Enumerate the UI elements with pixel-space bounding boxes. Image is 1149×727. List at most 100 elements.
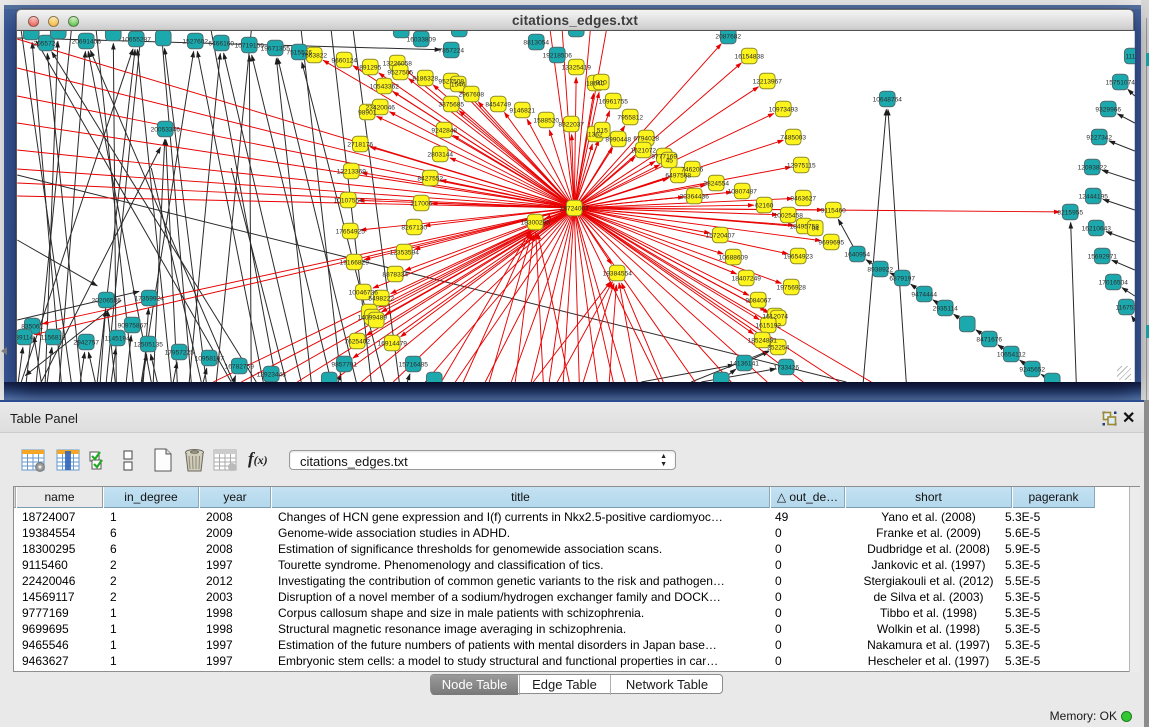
- svg-text:8454749: 8454749: [485, 102, 511, 109]
- svg-text:10543362: 10543362: [370, 84, 400, 91]
- svg-text:16961755: 16961755: [599, 99, 629, 106]
- svg-text:1112: 1112: [1125, 54, 1135, 61]
- svg-text:18300295: 18300295: [521, 220, 551, 227]
- svg-text:9699695: 9699695: [818, 240, 844, 247]
- svg-text:15720407: 15720407: [706, 233, 736, 240]
- svg-text:13226058: 13226058: [383, 61, 413, 68]
- svg-text:10025458: 10025458: [774, 213, 804, 220]
- svg-text:2935114: 2935114: [933, 306, 959, 313]
- svg-text:8938922: 8938922: [867, 267, 893, 274]
- svg-text:20691406: 20691406: [72, 39, 102, 46]
- svg-text:10688609: 10688609: [719, 255, 749, 262]
- svg-text:9227342: 9227342: [1086, 135, 1112, 142]
- svg-text:6466160: 6466160: [208, 41, 234, 48]
- svg-text:10973493: 10973493: [769, 107, 799, 114]
- svg-text:9084067: 9084067: [745, 298, 771, 305]
- svg-text:7663822: 7663822: [301, 53, 327, 60]
- svg-text:9777169: 9777169: [651, 154, 677, 161]
- svg-text:10107554: 10107554: [334, 198, 364, 205]
- svg-text:7857224: 7857224: [438, 48, 464, 55]
- svg-text:1145194: 1145194: [105, 336, 131, 343]
- svg-text:20053346: 20053346: [151, 127, 181, 134]
- svg-text:19166829: 19166829: [340, 260, 370, 267]
- svg-text:1615192: 1615192: [755, 323, 781, 330]
- svg-text:9245652: 9245652: [1019, 367, 1045, 374]
- svg-text:19654923: 19654923: [784, 254, 814, 261]
- svg-text:12213967: 12213967: [753, 79, 783, 86]
- svg-text:16210643: 16210643: [1082, 226, 1112, 233]
- svg-text:6794028: 6794028: [633, 136, 659, 143]
- svg-text:16782759: 16782759: [225, 364, 255, 371]
- svg-text:2967608: 2967608: [458, 92, 484, 99]
- svg-text:12923448: 12923448: [257, 372, 287, 379]
- svg-text:10648764: 10648764: [873, 97, 903, 104]
- svg-text:8990448: 8990448: [605, 137, 631, 144]
- svg-text:217006: 217006: [410, 201, 432, 208]
- svg-text:8186328: 8186328: [412, 76, 438, 83]
- svg-text:7625402: 7625402: [344, 339, 370, 346]
- svg-text:12213369: 12213369: [337, 169, 367, 176]
- svg-text:17957225: 17957225: [165, 350, 195, 357]
- svg-text:9242848: 9242848: [431, 128, 457, 135]
- svg-text:15751074: 15751074: [1106, 80, 1135, 87]
- svg-text:90975867: 90975867: [118, 323, 148, 330]
- svg-text:10807487: 10807487: [728, 189, 758, 196]
- svg-text:20364436: 20364436: [680, 194, 710, 201]
- svg-text:5498222: 5498222: [368, 296, 394, 303]
- svg-text:9857791: 9857791: [331, 362, 357, 369]
- svg-text:2055724: 2055724: [33, 41, 59, 48]
- svg-text:13325419: 13325419: [562, 65, 592, 72]
- svg-text:746206: 746206: [681, 167, 703, 174]
- svg-text:1612074: 1612074: [762, 314, 788, 321]
- svg-text:1156819: 1156819: [41, 335, 67, 342]
- svg-text:8878334: 8878334: [382, 272, 408, 279]
- svg-text:6879197: 6879197: [889, 276, 915, 283]
- svg-text:2803144: 2803144: [427, 152, 453, 159]
- svg-text:2718176: 2718176: [347, 142, 373, 149]
- svg-text:19756928: 19756928: [777, 285, 807, 292]
- svg-text:19218506: 19218506: [543, 53, 573, 60]
- svg-text:9527505: 9527505: [387, 70, 413, 77]
- svg-text:2087682: 2087682: [715, 34, 741, 41]
- svg-text:39114: 39114: [17, 335, 33, 342]
- svg-text:1640954: 1640954: [844, 252, 870, 259]
- svg-text:17016504: 17016504: [1099, 280, 1129, 287]
- svg-text:8813054: 8813054: [523, 40, 549, 47]
- svg-text:18524851: 18524851: [748, 338, 778, 345]
- svg-text:16033809: 16033809: [407, 37, 437, 44]
- svg-text:2942757: 2942757: [73, 340, 99, 347]
- svg-text:18724007: 18724007: [560, 206, 590, 213]
- svg-text:62160: 62160: [755, 203, 774, 210]
- svg-text:10654112: 10654112: [997, 352, 1026, 359]
- svg-text:9146821: 9146821: [509, 108, 535, 115]
- svg-text:6497568: 6497568: [665, 173, 691, 180]
- svg-text:18407249: 18407249: [732, 276, 762, 283]
- svg-text:20206536: 20206536: [92, 298, 122, 305]
- svg-text:12093822: 12093822: [1078, 165, 1108, 172]
- svg-text:12444195: 12444195: [1079, 194, 1109, 201]
- svg-text:515: 515: [597, 128, 608, 135]
- svg-text:835061: 835061: [21, 324, 43, 331]
- svg-text:14099489: 14099489: [358, 315, 388, 322]
- svg-text:12975115: 12975115: [787, 163, 816, 170]
- svg-text:8215955: 8215955: [1057, 210, 1083, 217]
- svg-text:7955812: 7955812: [617, 115, 643, 122]
- svg-text:12353594: 12353594: [390, 250, 420, 257]
- svg-text:14136141: 14136141: [730, 361, 760, 368]
- svg-text:1588520: 1588520: [533, 118, 559, 125]
- svg-text:8267130: 8267130: [401, 225, 427, 232]
- svg-text:04: 04: [812, 226, 820, 233]
- svg-text:891295: 891295: [359, 65, 381, 72]
- svg-text:10958107: 10958107: [195, 356, 225, 363]
- svg-text:9660124: 9660124: [331, 58, 357, 65]
- svg-text:9115460: 9115460: [821, 208, 847, 215]
- svg-text:45: 45: [666, 158, 674, 165]
- svg-text:9329966: 9329966: [1095, 107, 1121, 114]
- svg-text:116753: 116753: [1115, 305, 1135, 312]
- svg-text:12505135: 12505135: [134, 342, 164, 349]
- svg-text:7485003: 7485003: [780, 135, 806, 142]
- svg-text:10655287: 10655287: [122, 37, 152, 44]
- svg-text:1733426: 1733426: [773, 365, 799, 372]
- svg-text:15716485: 15716485: [399, 362, 429, 369]
- svg-text:3375685: 3375685: [438, 102, 464, 109]
